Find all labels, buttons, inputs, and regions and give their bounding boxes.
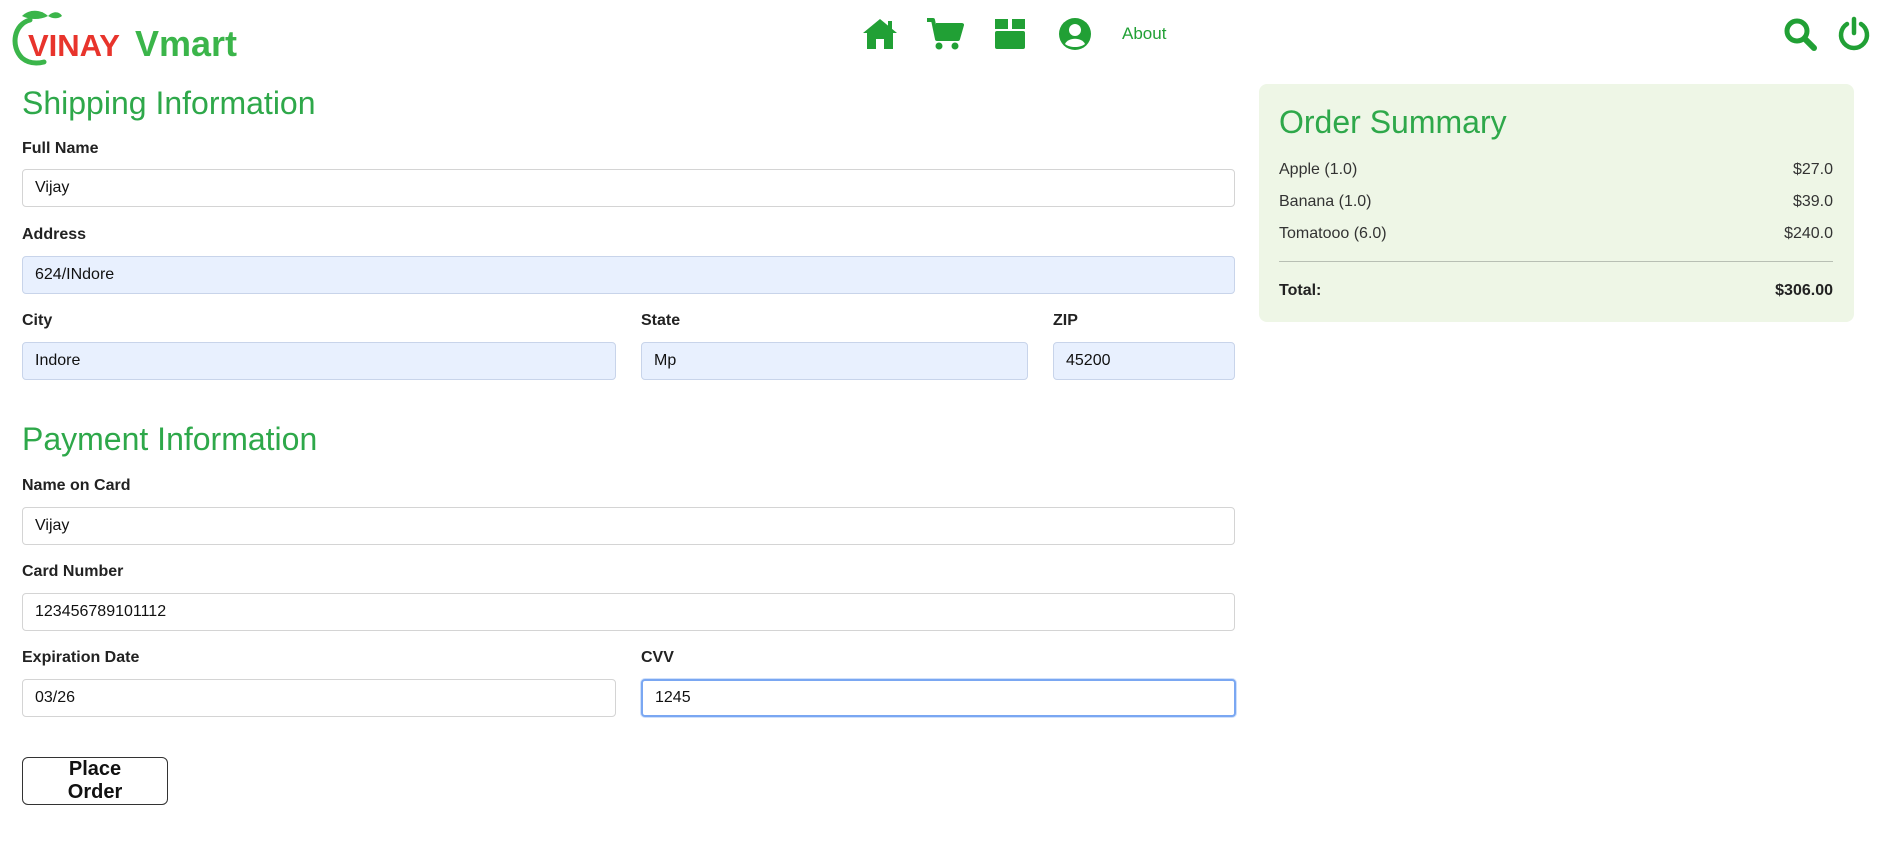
city-label: City: [22, 312, 53, 329]
vinay-vmart-logo[interactable]: VINAY Vmart: [8, 6, 238, 66]
expiration-date-label: Expiration Date: [22, 649, 140, 666]
address-label: Address: [22, 226, 87, 243]
expiration-date-input[interactable]: [22, 679, 616, 717]
state-input[interactable]: [641, 342, 1028, 380]
full-name-input[interactable]: [22, 169, 1235, 207]
summary-item-name: Apple (1.0): [1279, 161, 1358, 178]
logo-text-vinay: VINAY: [28, 28, 120, 63]
summary-item: Tomatooo (6.0) $240.0: [1279, 225, 1833, 243]
power-icon[interactable]: [1833, 13, 1875, 55]
summary-divider: [1279, 261, 1833, 262]
summary-item: Banana (1.0) $39.0: [1279, 193, 1833, 211]
main-nav: About: [860, 14, 1166, 54]
cvv-label: CVV: [641, 649, 674, 666]
state-label: State: [641, 312, 681, 329]
summary-item-name: Banana (1.0): [1279, 193, 1372, 210]
summary-item-price: $27.0: [1792, 161, 1833, 178]
card-number-input[interactable]: [22, 593, 1235, 631]
cart-icon[interactable]: [925, 14, 965, 54]
top-header: VINAY Vmart About: [0, 0, 1878, 70]
nav-about-link[interactable]: About: [1122, 24, 1166, 44]
order-summary-panel: Order Summary Apple (1.0) $27.0 Banana (…: [1259, 84, 1854, 322]
home-icon[interactable]: [860, 14, 900, 54]
user-icon[interactable]: [1055, 14, 1095, 54]
cvv-input[interactable]: [641, 679, 1236, 717]
box-icon[interactable]: [990, 14, 1030, 54]
summary-item-price: $240.0: [1784, 225, 1833, 242]
search-icon[interactable]: [1780, 14, 1820, 54]
card-number-label: Card Number: [22, 563, 124, 580]
zip-label: ZIP: [1053, 312, 1078, 329]
place-order-button[interactable]: Place Order: [22, 757, 168, 805]
summary-item-price: $39.0: [1792, 193, 1833, 210]
summary-total-label: Total:: [1279, 282, 1322, 299]
zip-input[interactable]: [1053, 342, 1235, 380]
shipping-section-title: Shipping Information: [22, 85, 316, 121]
name-on-card-label: Name on Card: [22, 477, 131, 494]
order-summary-title: Order Summary: [1279, 104, 1507, 140]
summary-total-value: $306.00: [1775, 282, 1833, 299]
address-input[interactable]: [22, 256, 1235, 294]
city-input[interactable]: [22, 342, 616, 380]
summary-item-name: Tomatooo (6.0): [1279, 225, 1387, 242]
name-on-card-input[interactable]: [22, 507, 1235, 545]
summary-total-row: Total: $306.00: [1279, 282, 1833, 300]
payment-section-title: Payment Information: [22, 421, 318, 457]
logo-text-vmart: Vmart: [135, 23, 237, 64]
full-name-label: Full Name: [22, 140, 99, 157]
summary-item: Apple (1.0) $27.0: [1279, 161, 1833, 179]
